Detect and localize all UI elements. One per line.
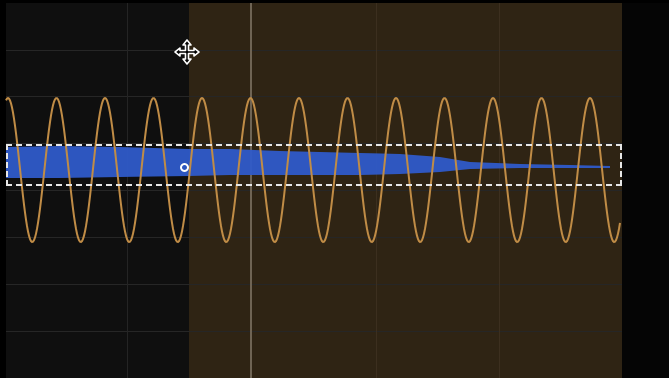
- automation-editor[interactable]: [0, 0, 669, 378]
- anchor-handle[interactable]: [180, 163, 189, 172]
- move-cursor-icon: [174, 39, 200, 65]
- clip-selection-outline[interactable]: [6, 144, 622, 186]
- lfo-curve-layer: [5, 96, 621, 244]
